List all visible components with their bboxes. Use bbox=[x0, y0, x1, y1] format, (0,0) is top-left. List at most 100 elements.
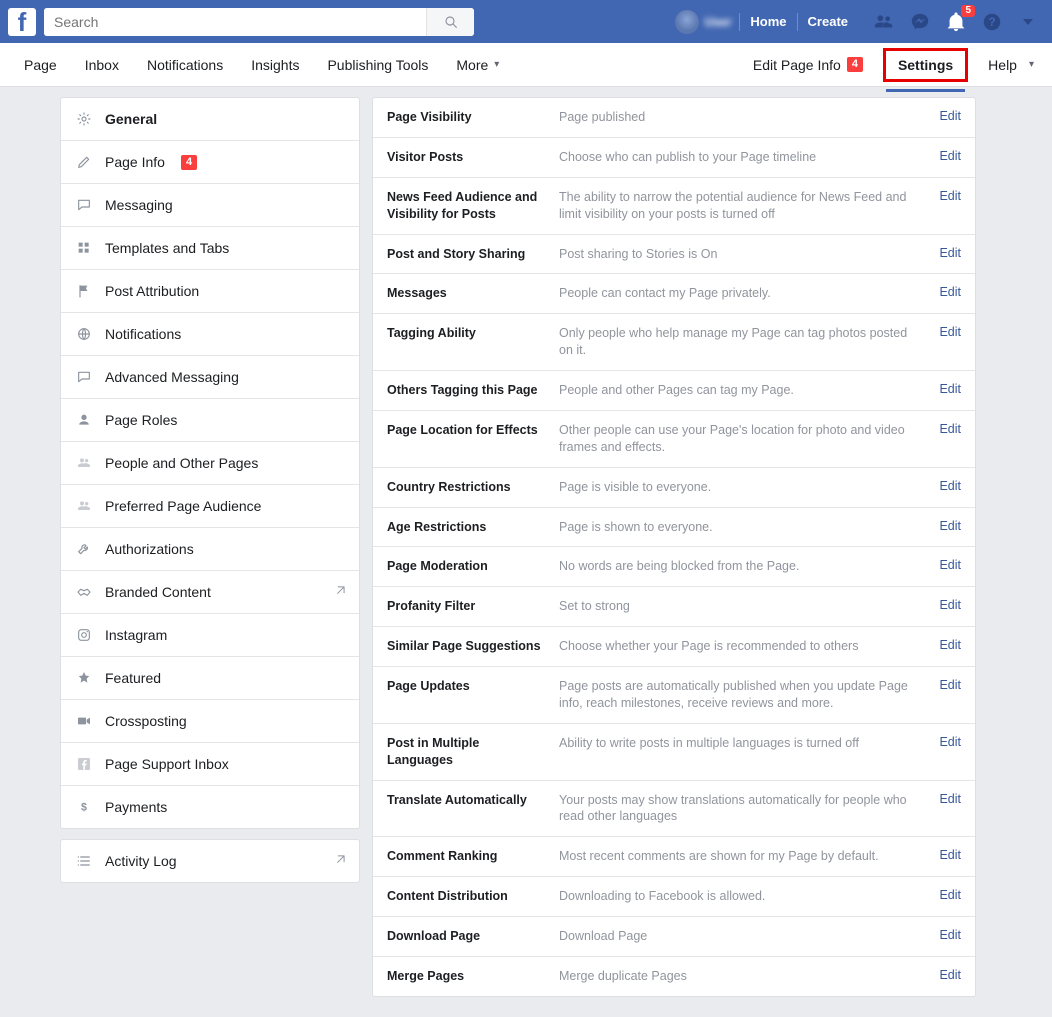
sidebar-item-page-roles[interactable]: Page Roles bbox=[61, 399, 359, 442]
setting-description: Only people who help manage my Page can … bbox=[559, 325, 917, 359]
sidebar-item-instagram[interactable]: Instagram bbox=[61, 614, 359, 657]
pencil-icon bbox=[75, 153, 93, 171]
general-settings-panel: Page VisibilityPage publishedEditVisitor… bbox=[372, 97, 976, 997]
setting-name: Translate Automatically bbox=[387, 792, 545, 809]
sidebar-item-label: Authorizations bbox=[105, 541, 194, 557]
create-link[interactable]: Create bbox=[798, 8, 858, 36]
tab-publishing-tools[interactable]: Publishing Tools bbox=[313, 43, 442, 87]
friend-requests-button[interactable] bbox=[870, 8, 898, 36]
edit-page-info-link[interactable]: Edit Page Info 4 bbox=[753, 57, 863, 73]
edit-link[interactable]: Edit bbox=[931, 422, 961, 436]
messenger-icon bbox=[909, 11, 931, 33]
sidebar-item-label: Page Support Inbox bbox=[105, 756, 229, 772]
profile-link[interactable]: User bbox=[667, 6, 740, 38]
setting-description: People can contact my Page privately. bbox=[559, 285, 917, 302]
setting-row-page-visibility: Page VisibilityPage publishedEdit bbox=[373, 98, 975, 138]
quick-help-button[interactable]: ? bbox=[978, 8, 1006, 36]
dollar-icon: $ bbox=[75, 798, 93, 816]
sidebar-item-page-info[interactable]: Page Info4 bbox=[61, 141, 359, 184]
edit-link[interactable]: Edit bbox=[931, 678, 961, 692]
edit-link[interactable]: Edit bbox=[931, 325, 961, 339]
home-link[interactable]: Home bbox=[740, 8, 796, 36]
fb-icon bbox=[75, 755, 93, 773]
sidebar-item-authorizations[interactable]: Authorizations bbox=[61, 528, 359, 571]
setting-description: Page posts are automatically published w… bbox=[559, 678, 917, 712]
sidebar-item-label: Page Info bbox=[105, 154, 165, 170]
sidebar-item-page-support-inbox[interactable]: Page Support Inbox bbox=[61, 743, 359, 786]
edit-link[interactable]: Edit bbox=[931, 558, 961, 572]
sidebar-item-messaging[interactable]: Messaging bbox=[61, 184, 359, 227]
edit-link[interactable]: Edit bbox=[931, 888, 961, 902]
sidebar-item-advanced-messaging[interactable]: Advanced Messaging bbox=[61, 356, 359, 399]
edit-link[interactable]: Edit bbox=[931, 382, 961, 396]
friends-icon bbox=[873, 11, 895, 33]
sidebar-item-label: Notifications bbox=[105, 326, 181, 342]
wrench-icon bbox=[75, 540, 93, 558]
sidebar-item-label: Crossposting bbox=[105, 713, 187, 729]
tab-inbox[interactable]: Inbox bbox=[71, 43, 133, 87]
setting-description: Choose whether your Page is recommended … bbox=[559, 638, 917, 655]
sidebar-item-branded-content[interactable]: Branded Content bbox=[61, 571, 359, 614]
sidebar-item-people-and-other-pages[interactable]: People and Other Pages bbox=[61, 442, 359, 485]
edit-link[interactable]: Edit bbox=[931, 598, 961, 612]
chat-icon bbox=[75, 368, 93, 386]
sidebar-item-templates-and-tabs[interactable]: Templates and Tabs bbox=[61, 227, 359, 270]
setting-description: People and other Pages can tag my Page. bbox=[559, 382, 917, 399]
setting-description: No words are being blocked from the Page… bbox=[559, 558, 917, 575]
account-menu-button[interactable] bbox=[1014, 8, 1042, 36]
edit-link[interactable]: Edit bbox=[931, 189, 961, 203]
sidebar-item-featured[interactable]: Featured bbox=[61, 657, 359, 700]
setting-name: News Feed Audience and Visibility for Po… bbox=[387, 189, 545, 223]
edit-link[interactable]: Edit bbox=[931, 479, 961, 493]
setting-row-news-feed-audience-and-visibility-for-posts: News Feed Audience and Visibility for Po… bbox=[373, 178, 975, 235]
setting-row-country-restrictions: Country RestrictionsPage is visible to e… bbox=[373, 468, 975, 508]
sidebar-item-label: Post Attribution bbox=[105, 283, 199, 299]
sidebar-item-label: Featured bbox=[105, 670, 161, 686]
search-button[interactable] bbox=[426, 8, 474, 36]
facebook-logo-icon[interactable]: f bbox=[8, 8, 36, 36]
tab-more[interactable]: More▾ bbox=[442, 43, 513, 87]
notification-count-badge: 5 bbox=[961, 5, 975, 17]
sidebar-item-payments[interactable]: $ Payments bbox=[61, 786, 359, 828]
notifications-button[interactable]: 5 bbox=[942, 8, 970, 36]
setting-row-page-moderation: Page Moderation No words are being blocke… bbox=[373, 547, 975, 587]
setting-description: Other people can use your Page's locatio… bbox=[559, 422, 917, 456]
sidebar-item-post-attribution[interactable]: Post Attribution bbox=[61, 270, 359, 313]
edit-link[interactable]: Edit bbox=[931, 928, 961, 942]
setting-row-post-in-multiple-languages: Post in Multiple LanguagesAbility to wri… bbox=[373, 724, 975, 781]
sidebar-item-label: Branded Content bbox=[105, 584, 211, 600]
setting-name: Age Restrictions bbox=[387, 519, 545, 536]
edit-link[interactable]: Edit bbox=[931, 792, 961, 806]
help-link[interactable]: Help▾ bbox=[988, 57, 1034, 73]
setting-description: Downloading to Facebook is allowed. bbox=[559, 888, 917, 905]
edit-link[interactable]: Edit bbox=[931, 149, 961, 163]
sidebar-item-label: Payments bbox=[105, 799, 167, 815]
edit-link[interactable]: Edit bbox=[931, 968, 961, 982]
tab-page[interactable]: Page bbox=[10, 43, 71, 87]
edit-link[interactable]: Edit bbox=[931, 519, 961, 533]
setting-row-page-location-for-effects: Page Location for EffectsOther people ca… bbox=[373, 411, 975, 468]
edit-link[interactable]: Edit bbox=[931, 735, 961, 749]
setting-name: Similar Page Suggestions bbox=[387, 638, 545, 655]
tab-notifications[interactable]: Notifications bbox=[133, 43, 237, 87]
edit-link[interactable]: Edit bbox=[931, 246, 961, 260]
setting-row-page-updates: Page UpdatesPage posts are automatically… bbox=[373, 667, 975, 724]
setting-row-merge-pages: Merge PagesMerge duplicate PagesEdit bbox=[373, 957, 975, 996]
settings-tab[interactable]: Settings bbox=[883, 48, 968, 82]
search-input[interactable] bbox=[44, 8, 426, 36]
sidebar-item-crossposting[interactable]: Crossposting bbox=[61, 700, 359, 743]
edit-link[interactable]: Edit bbox=[931, 285, 961, 299]
edit-link[interactable]: Edit bbox=[931, 638, 961, 652]
messages-button[interactable] bbox=[906, 8, 934, 36]
sidebar-item-activity-log[interactable]: Activity Log bbox=[61, 840, 359, 882]
setting-name: Page Moderation bbox=[387, 558, 545, 575]
people-icon bbox=[75, 497, 93, 515]
tab-insights[interactable]: Insights bbox=[237, 43, 313, 87]
edit-link[interactable]: Edit bbox=[931, 109, 961, 123]
sidebar-item-notifications[interactable]: Notifications bbox=[61, 313, 359, 356]
sidebar-item-general[interactable]: General bbox=[61, 98, 359, 141]
svg-text:$: $ bbox=[81, 801, 87, 813]
sidebar-item-preferred-page-audience[interactable]: Preferred Page Audience bbox=[61, 485, 359, 528]
content: GeneralPage Info4MessagingTemplates and … bbox=[0, 87, 1052, 1017]
edit-link[interactable]: Edit bbox=[931, 848, 961, 862]
